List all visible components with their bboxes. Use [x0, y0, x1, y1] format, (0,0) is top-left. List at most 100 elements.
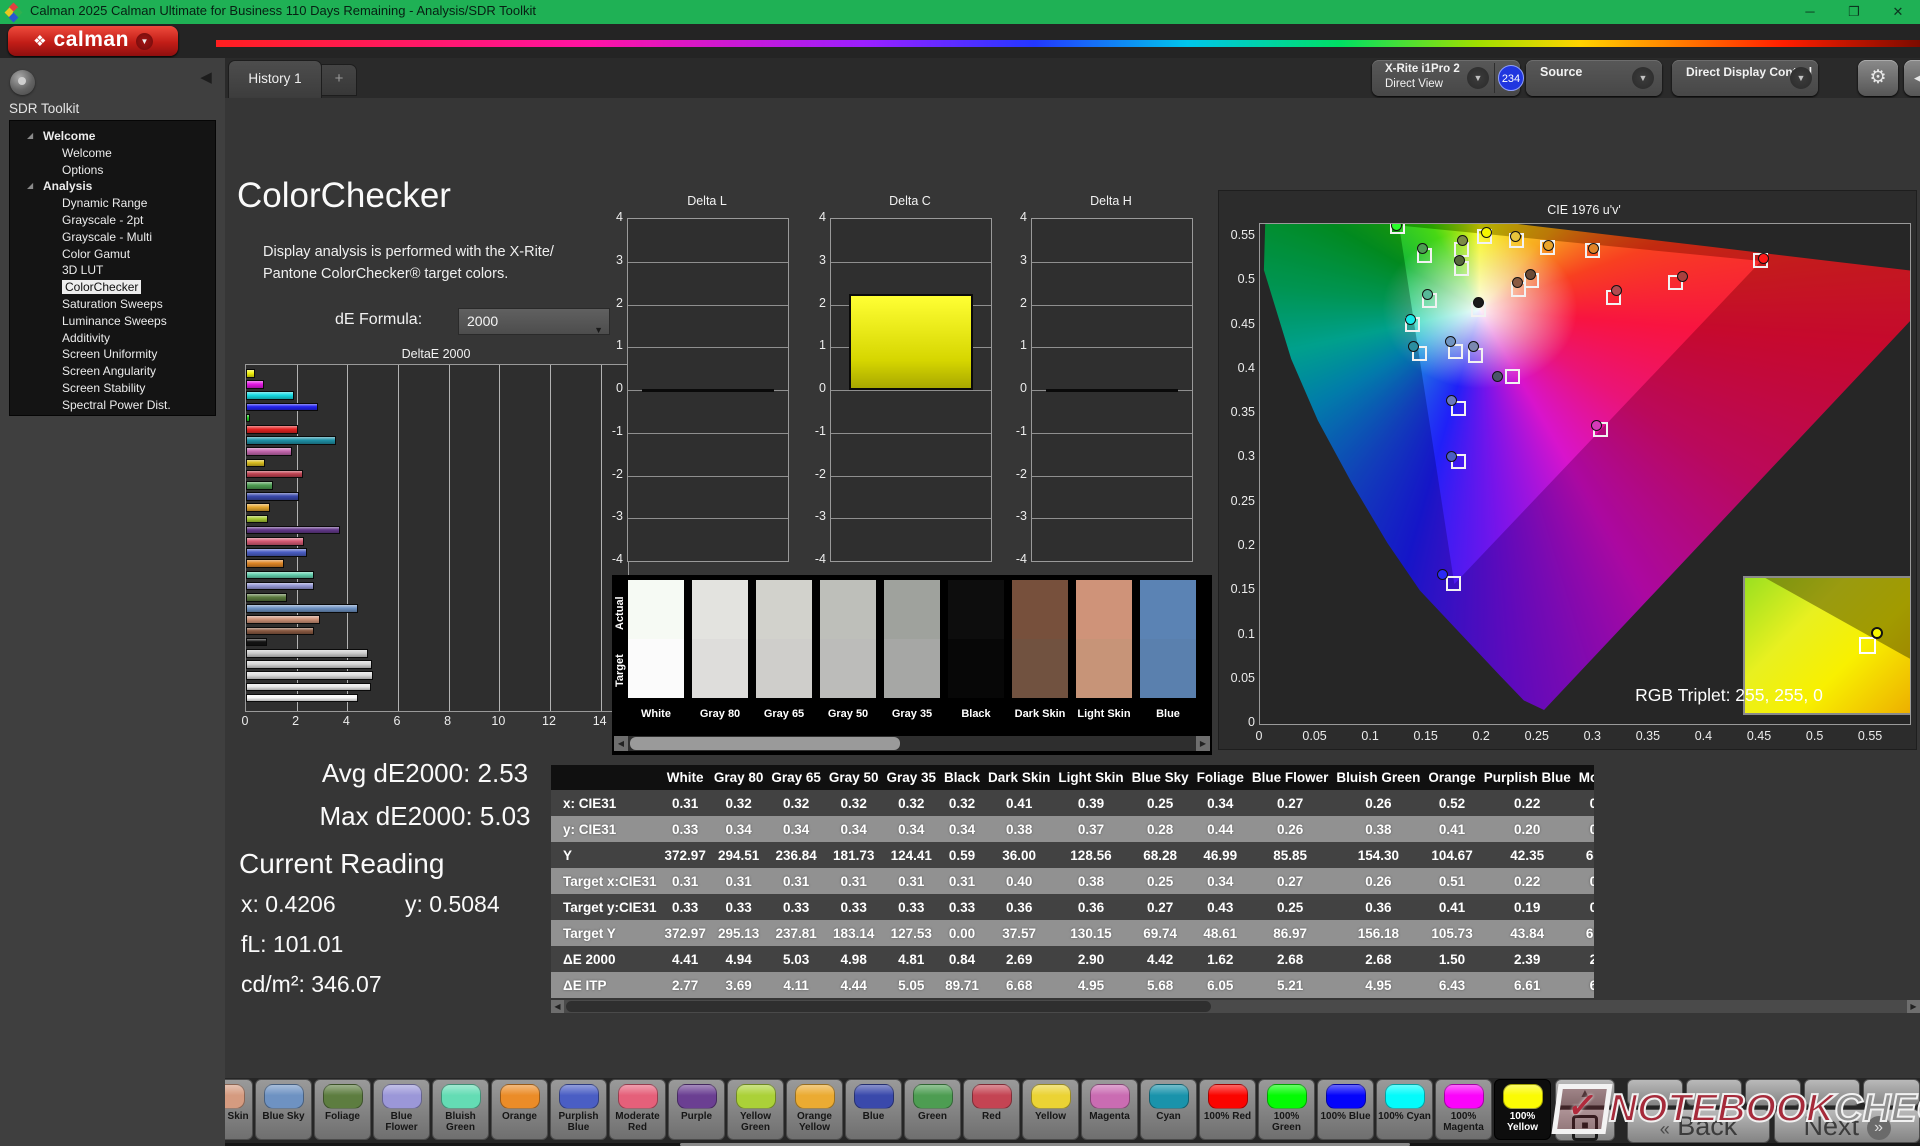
table-cell: 372.97	[661, 842, 710, 868]
swatch-black[interactable]: Black	[948, 580, 1004, 698]
sidebar-item-options[interactable]: Options	[10, 162, 215, 179]
swatch-light-skin[interactable]: Light Skin	[1076, 580, 1132, 698]
swatch-gray-65[interactable]: Gray 65	[756, 580, 812, 698]
patch-button-100-red[interactable]: 100% Red	[1199, 1079, 1256, 1140]
patch-button-orange[interactable]: Orange	[491, 1079, 548, 1140]
patch-button-orange-yellow[interactable]: Orange Yellow	[786, 1079, 843, 1140]
sidebar-item-colorchecker[interactable]: ColorChecker	[10, 279, 215, 296]
swatch-gray-50[interactable]: Gray 50	[820, 580, 876, 698]
sidebar-item-additivity[interactable]: Additivity	[10, 330, 215, 347]
swatch-gray-35[interactable]: Gray 35	[884, 580, 940, 698]
table-column-header: Gray 80	[710, 765, 768, 790]
delta_c-tick: 1	[804, 338, 826, 352]
transport-button-3[interactable]	[1745, 1079, 1801, 1106]
patch-button-100-cyan[interactable]: 100% Cyan	[1376, 1079, 1433, 1140]
patch-button-100-magenta[interactable]: 100% Magenta	[1435, 1079, 1492, 1140]
close-button[interactable]: ✕	[1876, 0, 1920, 24]
table-row-label: ΔE 2000	[551, 946, 661, 972]
sidebar-item-spectral-power-dist-[interactable]: Spectral Power Dist.	[10, 397, 215, 414]
tree-expander-icon[interactable]: ◢	[27, 178, 33, 195]
display-control-selector[interactable]: Direct Display Control ▼	[1672, 60, 1818, 96]
patch-button-100-yellow[interactable]: 100% Yellow	[1494, 1079, 1551, 1140]
patch-button-moderate-red[interactable]: Moderate Red	[609, 1079, 666, 1140]
transport-button-2[interactable]	[1686, 1079, 1742, 1106]
delta_l-tick: -2	[601, 467, 623, 481]
patch-button-yellow-green[interactable]: Yellow Green	[727, 1079, 784, 1140]
sidebar-ball-button[interactable]	[10, 70, 35, 95]
patch-button-blue-sky[interactable]: Blue Sky	[255, 1079, 312, 1140]
sidebar-item-welcome[interactable]: Welcome	[10, 145, 215, 162]
meter-badge[interactable]: 234	[1498, 65, 1524, 91]
swatch-white[interactable]: White	[628, 580, 684, 698]
next-button[interactable]: Next »	[1774, 1109, 1920, 1143]
table-scrollbar[interactable]: ◀ ▶	[551, 1000, 1920, 1013]
colorchecker-data-table: WhiteGray 80Gray 65Gray 50Gray 35BlackDa…	[551, 765, 1594, 998]
strip-scroll-up-button[interactable]: ▲	[1555, 1079, 1615, 1106]
sidebar-item-color-gamut[interactable]: Color Gamut	[10, 246, 215, 263]
stop-button[interactable]: ■	[1555, 1109, 1615, 1141]
sidebar-item-grayscale-multi[interactable]: Grayscale - Multi	[10, 229, 215, 246]
table-row: Target x:CIE310.310.310.310.310.310.310.…	[551, 868, 1594, 894]
sidebar-item-screen-stability[interactable]: Screen Stability	[10, 380, 215, 397]
patch-button-100-blue[interactable]: 100% Blue	[1317, 1079, 1374, 1140]
patch-button-purplish-blue[interactable]: Purplish Blue	[550, 1079, 607, 1140]
de-formula-select[interactable]: 2000 ▼	[458, 308, 610, 335]
sidebar-item-screen-angularity[interactable]: Screen Angularity	[10, 363, 215, 380]
sidebar-item-3d-lut[interactable]: 3D LUT	[10, 262, 215, 279]
scroll-left-icon[interactable]: ◀	[614, 736, 628, 751]
swatch-label: Gray 65	[748, 708, 820, 720]
patch-label: Foliage	[315, 1111, 370, 1122]
settings-button[interactable]: ⚙	[1858, 60, 1898, 96]
tree-expander-icon[interactable]: ◢	[27, 128, 33, 145]
transport-button-4[interactable]	[1804, 1079, 1860, 1106]
calman-menu-button[interactable]: ❖ calman ▼	[8, 26, 178, 56]
swatch-gray-80[interactable]: Gray 80	[692, 580, 748, 698]
sidebar-item-luminance-sweeps[interactable]: Luminance Sweeps	[10, 313, 215, 330]
minimize-button[interactable]: ─	[1788, 0, 1832, 24]
swatch-label: Black	[940, 708, 1012, 720]
swatch-scrollbar[interactable]: ◀ ▶	[614, 736, 1210, 751]
patch-button-blue-flower[interactable]: Blue Flower	[373, 1079, 430, 1140]
tab-history-1[interactable]: History 1	[228, 60, 322, 99]
scrollbar-thumb[interactable]	[566, 1001, 1211, 1012]
swatch-target	[820, 639, 876, 698]
patch-button-yellow[interactable]: Yellow	[1022, 1079, 1079, 1140]
patch-button-light-skin[interactable]: Light Skin	[225, 1079, 253, 1140]
add-tab-button[interactable]: +	[321, 64, 357, 96]
patch-button-foliage[interactable]: Foliage	[314, 1079, 371, 1140]
swatch-dark-skin[interactable]: Dark Skin	[1012, 580, 1068, 698]
patch-button-cyan[interactable]: Cyan	[1140, 1079, 1197, 1140]
sidebar-collapse-button[interactable]: ◀	[196, 68, 216, 88]
sidebar-item-welcome[interactable]: ◢Welcome	[10, 128, 215, 145]
swatch-blue[interactable]: Blue	[1140, 580, 1196, 698]
sidebar-item-analysis[interactable]: ◢Analysis	[10, 178, 215, 195]
patch-button-bluish-green[interactable]: Bluish Green	[432, 1079, 489, 1140]
table-cell: 6.43	[1424, 972, 1479, 998]
maximize-button[interactable]: ❐	[1832, 0, 1876, 24]
back-button[interactable]: « Back	[1627, 1109, 1770, 1143]
scrollbar-thumb[interactable]	[630, 737, 900, 750]
source-selector[interactable]: Source ▼	[1526, 60, 1662, 96]
sidebar-item-saturation-sweeps[interactable]: Saturation Sweeps	[10, 296, 215, 313]
sidebar-item-dynamic-range[interactable]: Dynamic Range	[10, 195, 215, 212]
scroll-left-icon[interactable]: ◀	[551, 1000, 564, 1013]
sidebar-item-grayscale-2pt[interactable]: Grayscale - 2pt	[10, 212, 215, 229]
patch-button-100-green[interactable]: 100% Green	[1258, 1079, 1315, 1140]
transport-button-5[interactable]	[1863, 1079, 1920, 1106]
cie-y-tick: 0.45	[1221, 317, 1255, 331]
chevron-down-icon: ▼	[1632, 67, 1654, 89]
transport-button-1[interactable]	[1627, 1079, 1683, 1106]
sidebar-item-screen-uniformity[interactable]: Screen Uniformity	[10, 346, 215, 363]
patch-button-red[interactable]: Red	[963, 1079, 1020, 1140]
patch-button-blue[interactable]: Blue	[845, 1079, 902, 1140]
patch-button-magenta[interactable]: Magenta	[1081, 1079, 1138, 1140]
table-cell: 1.50	[1424, 946, 1479, 972]
table-cell: 4.95	[1332, 972, 1424, 998]
scroll-right-icon[interactable]: ▶	[1196, 736, 1210, 751]
scroll-right-icon[interactable]: ▶	[1907, 1000, 1920, 1013]
patch-button-purple[interactable]: Purple	[668, 1079, 725, 1140]
collapse-panel-button[interactable]: ◀	[1904, 60, 1920, 96]
meter-selector[interactable]: X-Rite i1Pro 2 Direct View ▼ 234	[1372, 60, 1520, 96]
table-column-header: Bluish Green	[1332, 765, 1424, 790]
patch-button-green[interactable]: Green	[904, 1079, 961, 1140]
